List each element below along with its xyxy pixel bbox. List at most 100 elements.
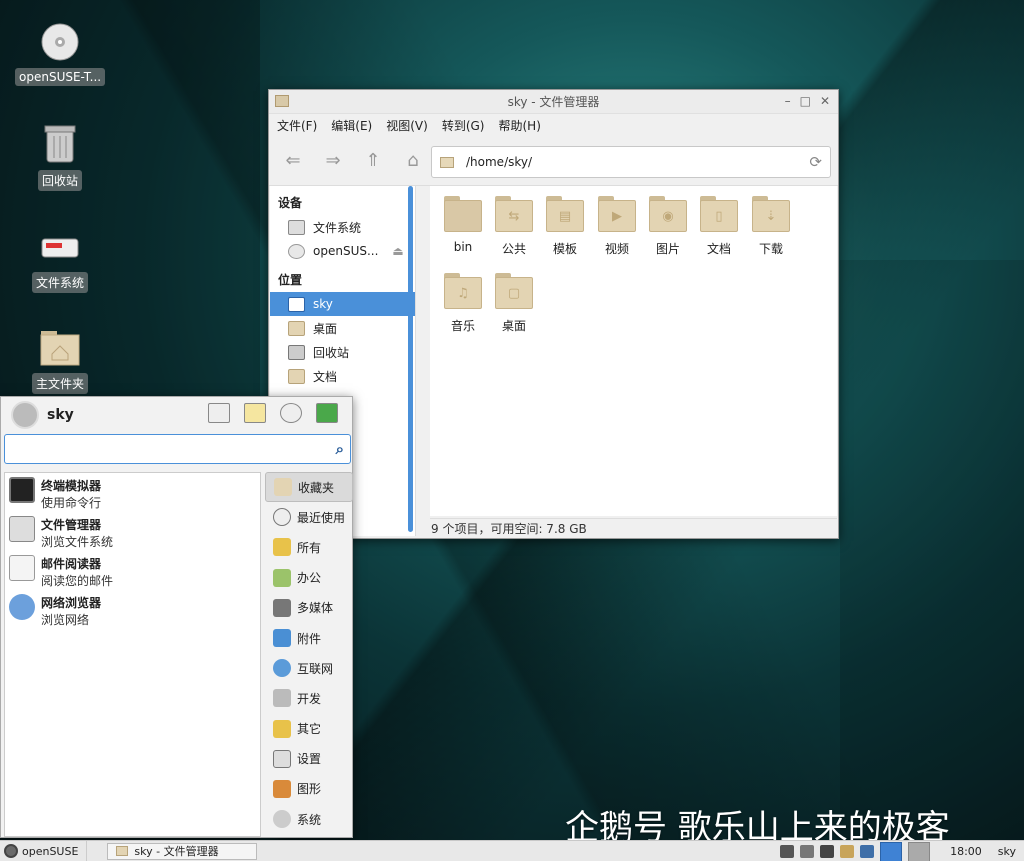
file-item[interactable]: bin — [438, 196, 488, 254]
reload-icon[interactable]: ⟳ — [809, 153, 822, 171]
sidebar-item-documents[interactable]: 文档 — [270, 364, 415, 388]
task-label: sky - 文件管理器 — [134, 845, 219, 858]
file-item[interactable]: ⇣ 下载 — [746, 196, 796, 257]
sidebar-item-label: sky — [313, 297, 333, 311]
list-item-mail-reader[interactable]: 邮件阅读器 阅读您的邮件 — [5, 551, 260, 590]
file-item[interactable]: ♫ 音乐 — [438, 273, 488, 334]
forward-button[interactable]: ⇒ — [319, 147, 347, 175]
menu-edit[interactable]: 编辑(E) — [331, 117, 372, 134]
graphics-icon — [273, 779, 291, 798]
downloads-folder-icon: ⇣ — [752, 196, 790, 232]
desktop-icon-label: 文件系统 — [31, 272, 88, 293]
trash-icon — [288, 344, 305, 360]
eject-icon[interactable]: ⏏ — [392, 244, 403, 258]
window-titlebar[interactable]: sky - 文件管理器 – □ ✕ — [269, 90, 838, 114]
up-button[interactable]: ⇑ — [359, 147, 387, 175]
category-other[interactable]: 其它 — [265, 714, 353, 744]
back-button[interactable]: ⇐ — [279, 147, 307, 175]
lock-screen-icon[interactable] — [244, 403, 266, 423]
taskbar-item-file-manager[interactable]: sky - 文件管理器 — [107, 842, 258, 860]
category-internet[interactable]: 互联网 — [265, 653, 353, 683]
menu-file[interactable]: 文件(F) — [277, 117, 317, 134]
folder-icon — [274, 478, 292, 497]
menubar: 文件(F) 编辑(E) 视图(V) 转到(G) 帮助(H) — [269, 114, 838, 136]
clock[interactable]: 18:00 — [936, 845, 992, 858]
switch-user-icon[interactable] — [280, 403, 302, 423]
category-accessories[interactable]: 附件 — [265, 623, 353, 653]
category-favorites[interactable]: 收藏夹 — [265, 472, 353, 503]
workspace-1[interactable] — [880, 841, 903, 861]
category-multimedia[interactable]: 多媒体 — [265, 593, 353, 623]
logout-icon[interactable] — [316, 403, 338, 423]
file-item[interactable]: ⇆ 公共 — [489, 196, 539, 257]
file-label: 视频 — [604, 242, 629, 256]
development-icon — [273, 689, 291, 708]
file-item[interactable]: ▢ 桌面 — [489, 273, 539, 334]
desktop-icon-trash[interactable]: 回收站 — [15, 122, 105, 191]
sidebar-item-filesystem[interactable]: 文件系统 — [270, 215, 415, 239]
category-development[interactable]: 开发 — [265, 683, 353, 713]
category-label: 多媒体 — [297, 601, 334, 616]
category-label: 其它 — [297, 722, 322, 737]
category-all[interactable]: 所有 — [265, 532, 353, 562]
panel-user[interactable]: sky — [998, 845, 1024, 858]
list-item-web-browser[interactable]: 网络浏览器 浏览网络 — [5, 590, 260, 629]
gear-icon — [273, 810, 291, 829]
list-item-file-manager[interactable]: 文件管理器 浏览文件系统 — [5, 512, 260, 551]
maximize-button[interactable]: □ — [800, 94, 811, 108]
category-recent[interactable]: 最近使用 — [265, 502, 353, 532]
app-title: 终端模拟器 — [41, 479, 102, 493]
minimize-button[interactable]: – — [785, 94, 791, 108]
drive-icon — [38, 224, 82, 268]
desktop-icon-home[interactable]: 主文件夹 — [15, 325, 105, 394]
list-item-terminal[interactable]: 终端模拟器 使用命令行 — [5, 473, 260, 512]
power-icon[interactable] — [800, 845, 815, 858]
videos-folder-icon: ▶ — [598, 196, 636, 232]
volume-icon[interactable] — [780, 845, 795, 858]
category-label: 图形 — [297, 782, 322, 797]
category-system[interactable]: 系统 — [265, 804, 353, 834]
all-apps-icon — [273, 538, 291, 557]
start-button[interactable]: openSUSE — [0, 840, 88, 861]
category-label: 附件 — [297, 631, 322, 646]
sidebar-item-opensuse[interactable]: openSUS... ⏏ — [270, 239, 415, 263]
sidebar-item-label: 桌面 — [313, 321, 338, 336]
application-menu: sky ⌕ 终端模拟器 使用命令行 文件管理器 浏览文件系统 邮件阅读器 阅读您的邮件 — [0, 396, 353, 838]
globe-icon — [9, 594, 35, 620]
category-label: 设置 — [297, 752, 322, 767]
network-icon[interactable] — [860, 845, 875, 858]
close-button[interactable]: ✕ — [820, 94, 830, 108]
file-item[interactable]: ▶ 视频 — [592, 196, 642, 257]
category-graphics[interactable]: 图形 — [265, 774, 353, 804]
sidebar-item-trash[interactable]: 回收站 — [270, 340, 415, 364]
category-settings[interactable]: 设置 — [265, 744, 353, 774]
clipboard-icon[interactable] — [840, 845, 855, 858]
menu-view[interactable]: 视图(V) — [386, 117, 428, 134]
menu-go[interactable]: 转到(G) — [442, 117, 485, 134]
settings-manager-icon[interactable] — [208, 403, 230, 423]
sidebar-item-desktop[interactable]: 桌面 — [270, 316, 415, 340]
file-cabinet-icon — [9, 516, 35, 542]
desktop-icon-filesystem[interactable]: 文件系统 — [15, 224, 105, 293]
address-bar[interactable]: /home/sky/ ⟳ — [431, 146, 831, 178]
file-view: bin ⇆ 公共 ▤ 模板 ▶ 视频 ◉ 图片 ▯ 文档 ⇣ 下载 ♫ 音乐 ▢… — [430, 186, 837, 516]
file-item[interactable]: ▤ 模板 — [540, 196, 590, 257]
cd-icon — [288, 243, 305, 259]
desktop-icon-cd[interactable]: openSUSE-T... — [15, 20, 106, 86]
status-bar: 9 个项目，可用空间: 7.8 GB — [430, 518, 837, 538]
menu-help[interactable]: 帮助(H) — [498, 117, 540, 134]
category-office[interactable]: 办公 — [265, 563, 353, 593]
arrow-up-icon: ⇑ — [365, 150, 381, 171]
keyboard-icon[interactable] — [820, 845, 835, 858]
sidebar-item-home[interactable]: sky — [270, 292, 415, 316]
home-button[interactable]: ⌂ — [399, 147, 427, 175]
file-item[interactable]: ▯ 文档 — [694, 196, 744, 257]
home-folder-icon — [38, 325, 82, 369]
search-input[interactable]: ⌕ — [4, 434, 351, 464]
workspace-2[interactable] — [908, 841, 931, 861]
file-item[interactable]: ◉ 图片 — [643, 196, 693, 257]
cd-icon — [38, 20, 82, 64]
sidebar-scrollbar[interactable] — [408, 186, 413, 532]
settings-icon — [273, 749, 291, 768]
category-list: 收藏夹 最近使用 所有 办公 多媒体 附件 互联网 开发 其它 设置 图形 系统 — [265, 472, 353, 834]
